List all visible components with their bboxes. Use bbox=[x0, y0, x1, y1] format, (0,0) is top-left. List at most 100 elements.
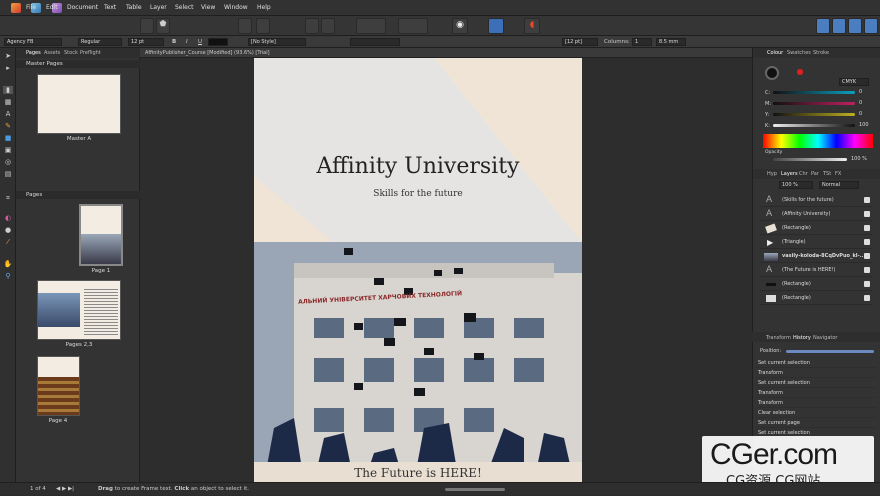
artistic-text-tool-icon[interactable]: A bbox=[3, 110, 13, 118]
fill-color-well[interactable] bbox=[765, 66, 779, 80]
font-size-field[interactable]: 12 pt bbox=[128, 38, 164, 46]
horizontal-scrollbar[interactable] bbox=[445, 488, 505, 491]
fill-tool-icon[interactable]: ◐ bbox=[3, 214, 13, 222]
visibility-checkbox[interactable] bbox=[864, 225, 870, 231]
leading-field[interactable]: [12 pt] bbox=[562, 38, 598, 46]
channel-m-slider[interactable] bbox=[773, 102, 855, 105]
visibility-checkbox[interactable] bbox=[864, 295, 870, 301]
visibility-checkbox[interactable] bbox=[864, 253, 870, 259]
hand-tool-icon[interactable]: ✋ bbox=[3, 260, 13, 268]
layer-row[interactable]: A (The Future is HERE!) bbox=[760, 264, 872, 277]
insert2-icon[interactable] bbox=[321, 18, 335, 34]
arrange-icon[interactable] bbox=[356, 18, 386, 34]
menu-file[interactable]: File bbox=[26, 4, 36, 11]
layer-row[interactable]: A (Affinity University) bbox=[760, 208, 872, 221]
history-item[interactable]: Set current selection bbox=[756, 378, 876, 388]
tab-preflight[interactable]: Preflight bbox=[80, 50, 101, 56]
transparency-tool-icon[interactable]: ● bbox=[3, 226, 13, 234]
help-icon[interactable] bbox=[864, 18, 878, 34]
share-icon[interactable] bbox=[848, 18, 862, 34]
crop-tool-icon[interactable]: ⌗ bbox=[3, 194, 13, 202]
shape-tool-icon[interactable]: ■ bbox=[3, 134, 13, 142]
font-weight-field[interactable]: Regular bbox=[78, 38, 122, 46]
channel-y-slider[interactable] bbox=[773, 113, 855, 116]
visibility-checkbox[interactable] bbox=[864, 211, 870, 217]
history-item[interactable]: Clear selection bbox=[756, 408, 876, 418]
columns-field[interactable]: 1 bbox=[632, 38, 652, 46]
color-picker-icon[interactable]: ⁄ bbox=[3, 238, 13, 246]
pen-tool-icon[interactable]: ✎ bbox=[3, 122, 13, 130]
master-a-thumbnail[interactable] bbox=[37, 74, 121, 134]
font-family-field[interactable]: Agency FB bbox=[4, 38, 62, 46]
tab-text-styles[interactable]: TSt bbox=[823, 171, 831, 177]
snapping-icon[interactable]: ◖ bbox=[524, 18, 540, 34]
place-image-icon[interactable]: ▤ bbox=[3, 170, 13, 178]
bold-button[interactable]: B bbox=[172, 39, 176, 45]
tab-stroke[interactable]: Stroke bbox=[813, 50, 829, 56]
move-tool-icon[interactable]: ➤ bbox=[3, 52, 13, 60]
layer-row[interactable]: (Rectangle) bbox=[760, 292, 872, 305]
menu-edit[interactable]: Edit bbox=[46, 4, 58, 11]
menu-view[interactable]: View bbox=[201, 4, 215, 11]
document-tab[interactable]: AffinityPublisher_Course [Modified] (93.… bbox=[140, 48, 752, 58]
channel-y-value[interactable]: 0 bbox=[859, 111, 862, 117]
node-tool-icon[interactable]: ▸ bbox=[3, 64, 13, 72]
opacity-value[interactable]: 100 % bbox=[851, 156, 867, 162]
page-title[interactable]: Affinity University bbox=[254, 154, 582, 179]
channel-m-value[interactable]: 0 bbox=[859, 100, 862, 106]
page-1-thumbnail[interactable] bbox=[79, 204, 123, 266]
stroke-color-well[interactable] bbox=[797, 69, 803, 75]
frame-text-tool-icon[interactable]: ▮ bbox=[3, 86, 13, 94]
gutter-field[interactable]: 8.5 mm bbox=[656, 38, 686, 46]
preflight-icon[interactable] bbox=[140, 18, 154, 34]
history-item[interactable]: Set current page bbox=[756, 418, 876, 428]
view-mode-icon[interactable] bbox=[488, 18, 504, 34]
tab-navigator[interactable]: Navigator bbox=[813, 335, 837, 341]
menu-window[interactable]: Window bbox=[224, 4, 248, 11]
visibility-checkbox[interactable] bbox=[864, 267, 870, 273]
tab-character[interactable]: Chr bbox=[799, 171, 808, 177]
italic-button[interactable]: I bbox=[186, 39, 188, 45]
opacity-slider[interactable] bbox=[773, 158, 847, 161]
menu-table[interactable]: Table bbox=[126, 4, 142, 11]
align-icon[interactable] bbox=[398, 18, 428, 34]
page-bottom-text[interactable]: The Future is HERE! bbox=[254, 466, 582, 480]
history-item[interactable]: Set current selection bbox=[756, 358, 876, 368]
pages-2-3-thumbnail[interactable] bbox=[37, 280, 121, 340]
colour-spectrum[interactable] bbox=[763, 134, 873, 148]
channel-c-slider[interactable] bbox=[773, 91, 855, 94]
menu-text[interactable]: Text bbox=[104, 4, 116, 11]
history-item[interactable]: Transform bbox=[756, 388, 876, 398]
character-style-field[interactable]: [No Style] bbox=[248, 38, 306, 46]
master-pages-header[interactable]: Master Pages bbox=[16, 60, 140, 68]
document-page[interactable]: Affinity University Skills for the futur… bbox=[254, 58, 582, 482]
tab-hyperlinks[interactable]: Hyp bbox=[767, 171, 777, 177]
layer-row[interactable]: A (Skills for the future) bbox=[760, 194, 872, 207]
visibility-checkbox[interactable] bbox=[864, 197, 870, 203]
paragraph-style-field[interactable] bbox=[350, 38, 400, 46]
table-tool-icon[interactable]: ▦ bbox=[3, 98, 13, 106]
tab-transform[interactable]: Transform bbox=[766, 335, 791, 341]
tab-stock[interactable]: Stock bbox=[64, 50, 78, 56]
zoom-tool-icon[interactable]: ⚲ bbox=[3, 272, 13, 280]
publisher-persona-icon[interactable] bbox=[11, 3, 21, 13]
page-4-thumbnail[interactable] bbox=[37, 356, 80, 416]
tab-pages[interactable]: Pages bbox=[26, 50, 41, 56]
layer-opacity-field[interactable]: 100 % bbox=[779, 181, 813, 189]
page-subtitle[interactable]: Skills for the future bbox=[254, 189, 582, 199]
layer-row[interactable]: (Rectangle) bbox=[760, 278, 872, 291]
preview-mode-icon[interactable]: ◉ bbox=[452, 18, 468, 34]
text-color-swatch[interactable] bbox=[208, 38, 228, 46]
ellipse-frame-icon[interactable]: ◎ bbox=[3, 158, 13, 166]
visibility-checkbox[interactable] bbox=[864, 239, 870, 245]
blend-mode-select[interactable]: Normal bbox=[819, 181, 859, 189]
page-nav-icon[interactable]: ◀ ▶ ▶| bbox=[56, 483, 74, 496]
menu-help[interactable]: Help bbox=[257, 4, 271, 11]
insert-icon[interactable] bbox=[305, 18, 319, 34]
layer-row[interactable]: (Rectangle) bbox=[760, 222, 872, 235]
tab-paragraph[interactable]: Par bbox=[811, 171, 819, 177]
channel-c-value[interactable]: 0 bbox=[859, 89, 862, 95]
settings-icon[interactable]: ⬟ bbox=[156, 18, 170, 34]
channel-k-slider[interactable] bbox=[773, 124, 855, 127]
document-setup-icon[interactable] bbox=[238, 18, 252, 34]
